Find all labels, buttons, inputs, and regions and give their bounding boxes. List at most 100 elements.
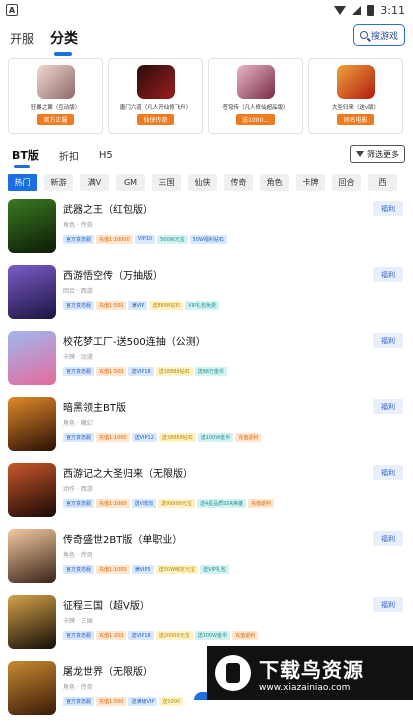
welfare-button[interactable]: 福利 bbox=[373, 597, 403, 612]
category-chip[interactable]: 传奇 bbox=[224, 174, 253, 191]
game-meta: 角色 · 魔幻 bbox=[63, 420, 93, 427]
clock: 3:11 bbox=[380, 3, 405, 17]
category-chip[interactable]: 卡牌 bbox=[296, 174, 325, 191]
game-tag: VIP10 bbox=[134, 235, 156, 244]
tab-category[interactable]: 分类 bbox=[50, 28, 78, 56]
game-meta: 角色 · 传奇 bbox=[63, 222, 93, 229]
game-tag: 充值1:10000 bbox=[96, 235, 133, 244]
category-chip[interactable]: 热门 bbox=[8, 174, 37, 191]
category-bar: 热门 新游 满V GM 三国 仙侠 传奇 角色 卡牌 回合西 bbox=[0, 174, 413, 191]
welfare-button[interactable]: 福利 bbox=[373, 399, 403, 414]
welfare-button[interactable]: 福利 bbox=[373, 333, 403, 348]
game-tags: 官方变态服 充值1:10000 VIP10 500W元宝 50W福利钻石 bbox=[63, 235, 405, 244]
game-info: 暗黑领主BT版角色 · 魔幻官方变态服 充值1:1000 送VIP12 送38888钻… bbox=[63, 395, 405, 459]
featured-name: 唐门六道（凡人开仙修飞升） bbox=[119, 105, 192, 111]
search-icon bbox=[359, 31, 368, 39]
game-tags: 官方变态服 充值1:200 送VIP18 送20000元宝 送100W金币 充值返利 bbox=[63, 631, 405, 640]
game-tag: 充值1:1000 bbox=[96, 565, 130, 574]
category-chip[interactable]: 三国 bbox=[152, 174, 181, 191]
game-tag: 充值返利 bbox=[247, 499, 274, 508]
featured-games: 狂暴之翼（互动版） 官方正服 唐门六道（凡人开仙修飞升） 仙侠传奇 苍穹传（凡人修仙超品… bbox=[0, 58, 413, 134]
game-row[interactable]: 武器之王（红包版） 角色 · 传奇 官方变态服 充值1:10000 VIP10 500W元… bbox=[0, 197, 413, 261]
game-name: 征程三国（超V版） bbox=[63, 601, 150, 612]
search-button[interactable]: 搜游戏 bbox=[352, 24, 405, 46]
game-row[interactable]: 西游悟空传（万抽版） 回合 · 西游 官方变态服 充值1:500 满VIP 送8888钻石… bbox=[0, 263, 413, 327]
game-list: 武器之王（红包版） 角色 · 传奇 官方变态服 充值1:10000 VIP10 500W元… bbox=[0, 197, 413, 723]
game-name: 西游悟空传（万抽版） bbox=[63, 271, 163, 282]
featured-name: 狂暴之翼（互动版） bbox=[30, 105, 81, 111]
welfare-button[interactable]: 福利 bbox=[373, 201, 403, 216]
game-tag: 送100W金币 bbox=[197, 433, 234, 442]
game-icon bbox=[8, 463, 56, 517]
featured-card[interactable]: 苍穹传（凡人修仙超品版） 送1000... bbox=[208, 58, 303, 134]
game-tag: 官方变态服 bbox=[63, 367, 95, 376]
game-tag: 送VIP礼包 bbox=[200, 565, 229, 574]
welfare-button[interactable]: 福利 bbox=[373, 465, 403, 480]
game-meta: 卡牌 · 三国 bbox=[63, 618, 93, 625]
game-tag: 官方变态服 bbox=[63, 697, 95, 706]
game-row[interactable]: 传奇盛世2BT版（单职业） 角色 · 传奇 官方变态服 充值1:1000 满VIP5 送5… bbox=[0, 527, 413, 591]
game-meta: 卡牌 · 动漫 bbox=[63, 354, 93, 361]
game-tag: 充值1:200 bbox=[96, 631, 127, 640]
game-row[interactable]: 暗黑领主BT版角色 · 魔幻官方变态服 充值1:1000 送VIP12 送38888钻… bbox=[0, 395, 413, 459]
filter-label: 筛选更多 bbox=[367, 149, 399, 159]
category-chip[interactable]: GM bbox=[116, 174, 145, 191]
game-icon bbox=[8, 331, 56, 385]
category-chip[interactable]: 满V bbox=[80, 174, 109, 191]
top-nav: 开服 分类 搜游戏 bbox=[0, 20, 413, 56]
filter-more-button[interactable]: 筛选更多 bbox=[350, 145, 405, 163]
game-info: 西游记之大圣归来（无限版） 动作 · 西游 官方变态服 充值1:1000 送V增加 送99… bbox=[63, 461, 405, 525]
featured-card[interactable]: 大圣归来（送v版） 同名电影 bbox=[308, 58, 403, 134]
game-tag: 充值1:500 bbox=[96, 301, 127, 310]
featured-badge: 仙侠传奇 bbox=[137, 114, 174, 125]
game-tag: 官方变态服 bbox=[63, 631, 95, 640]
game-icon bbox=[236, 65, 275, 99]
category-chip[interactable]: 新游 bbox=[44, 174, 73, 191]
game-tag: 送1000 bbox=[159, 697, 184, 706]
battery-icon bbox=[367, 4, 375, 16]
game-tag: 送20000元宝 bbox=[155, 631, 193, 640]
wifi-icon bbox=[334, 5, 347, 15]
tab-bt[interactable]: BT版 bbox=[12, 147, 39, 168]
game-tag: 送99999元宝 bbox=[158, 499, 195, 508]
game-info: 校花梦工厂-送500连抽（公测） 卡牌 · 动漫 官方变态服 充值1:500 送VIP1… bbox=[63, 329, 405, 393]
game-icon bbox=[8, 529, 56, 583]
watermark-logo-icon bbox=[215, 655, 251, 691]
game-tag: 官方变态服 bbox=[63, 433, 95, 442]
game-tag: VIP礼包免费 bbox=[185, 301, 220, 310]
game-tag: 官方变态服 bbox=[63, 565, 95, 574]
tab-discount[interactable]: 折扣 bbox=[59, 148, 79, 163]
game-tag: 官方变态服 bbox=[63, 235, 95, 244]
featured-card[interactable]: 狂暴之翼（互动版） 官方正服 bbox=[8, 58, 103, 134]
category-chip[interactable]: 角色 bbox=[260, 174, 289, 191]
game-row[interactable]: 校花梦工厂-送500连抽（公测） 卡牌 · 动漫 官方变态服 充值1:500 送VIP1… bbox=[0, 329, 413, 393]
game-icon bbox=[336, 65, 375, 99]
game-tag: 送满级VIP bbox=[128, 697, 158, 706]
watermark-title: 下载鸟资源 bbox=[259, 657, 364, 682]
game-tag: 送18888钻石 bbox=[155, 367, 193, 376]
category-chip[interactable]: 回合 bbox=[332, 174, 361, 191]
filter-icon bbox=[356, 151, 364, 157]
game-tag: 充值1:1000 bbox=[96, 499, 130, 508]
game-info: 传奇盛世2BT版（单职业） 角色 · 传奇 官方变态服 充值1:1000 满VIP5 送5… bbox=[63, 527, 405, 591]
game-tags: 官方变态服 充值1:1000 送VIP12 送38888钻石 送100W金币 充值返利 bbox=[63, 433, 405, 442]
game-tag: 送38888钻石 bbox=[158, 433, 196, 442]
featured-card[interactable]: 唐门六道（凡人开仙修飞升） 仙侠传奇 bbox=[108, 58, 203, 134]
tab-h5[interactable]: H5 bbox=[99, 150, 113, 161]
game-tag: 送VIP18 bbox=[128, 367, 154, 376]
game-tag: 送8888钻石 bbox=[149, 301, 184, 310]
welfare-button[interactable]: 福利 bbox=[373, 267, 403, 282]
game-tag: 满VIP5 bbox=[131, 565, 154, 574]
game-name: 暗黑领主BT版 bbox=[63, 403, 126, 414]
tab-open-server[interactable]: 开服 bbox=[10, 30, 34, 47]
welfare-button[interactable]: 福利 bbox=[373, 531, 403, 546]
game-info: 西游悟空传（万抽版） 回合 · 西游 官方变态服 充值1:500 满VIP 送8888钻石… bbox=[63, 263, 405, 327]
category-chip[interactable]: 仙侠 bbox=[188, 174, 217, 191]
game-icon bbox=[8, 199, 56, 253]
featured-badge: 官方正服 bbox=[37, 114, 74, 125]
category-chip[interactable]: 西 bbox=[368, 174, 397, 191]
game-tag: 50W福利钻石 bbox=[189, 235, 227, 244]
game-row[interactable]: 西游记之大圣归来（无限版） 动作 · 西游 官方变态服 充值1:1000 送V增加 送99… bbox=[0, 461, 413, 525]
game-tag: 送100W金币 bbox=[194, 631, 231, 640]
game-info: 武器之王（红包版） 角色 · 传奇 官方变态服 充值1:10000 VIP10 500W元… bbox=[63, 197, 405, 261]
